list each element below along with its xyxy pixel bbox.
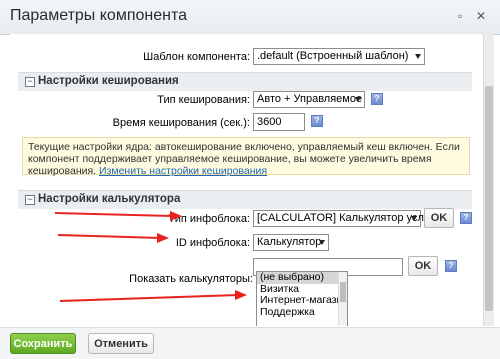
dialog-title: Параметры компонента [10,7,187,24]
dialog-titlebar: Параметры компонента ▫ ✕ [0,0,500,35]
annotation-arrows [54,211,247,302]
arrow-iblock-type [54,211,182,221]
content-scroll-thumb[interactable] [485,86,493,311]
dialog-content: Шаблон компонента: .default (Встроенный … [10,34,482,326]
save-button[interactable]: Сохранить [10,333,76,354]
dialog-footer: Сохранить Отменить [0,327,500,359]
arrow-iblock-id [57,233,169,243]
close-icon[interactable]: ✕ [474,9,488,23]
content-scrollbar[interactable] [483,34,494,326]
cancel-button[interactable]: Отменить [88,333,154,354]
minimize-icon[interactable]: ▫ [453,9,467,23]
arrow-show-calculators [59,290,247,302]
